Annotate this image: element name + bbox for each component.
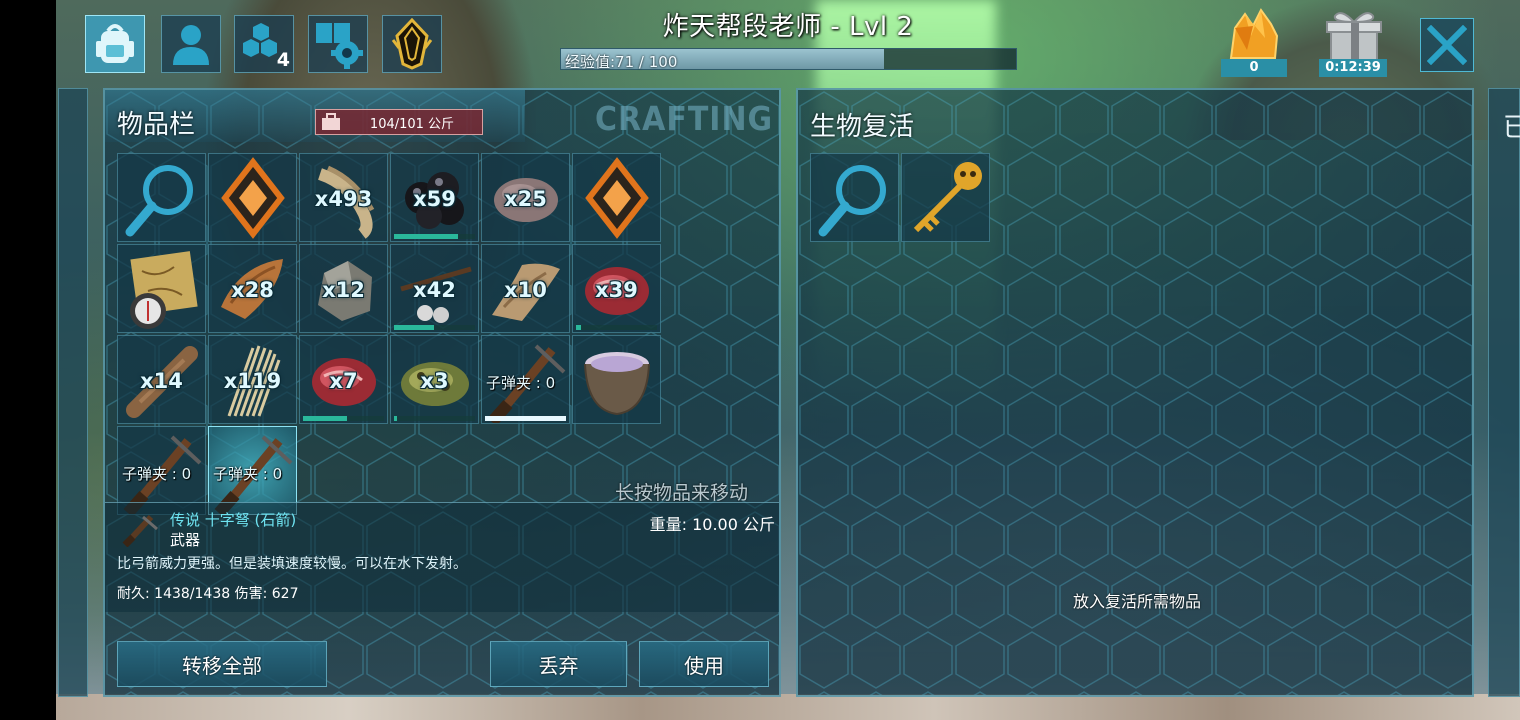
inventory-slot[interactable]: x42 <box>390 244 479 333</box>
inventory-slot[interactable]: x493 <box>299 153 388 242</box>
durability-bar <box>576 325 581 330</box>
gift-countdown-timer: 0:12:39 <box>1319 59 1387 77</box>
durability-bar <box>485 416 566 421</box>
tribe-button[interactable]: 4 <box>234 15 294 73</box>
inventory-slot[interactable]: x7 <box>299 335 388 424</box>
item-quantity: x10 <box>504 278 547 302</box>
weight-capacity-badge: 104/101 公斤 <box>315 109 483 135</box>
close-button[interactable] <box>1420 18 1474 72</box>
settings-button[interactable] <box>308 15 368 73</box>
inventory-slot[interactable] <box>208 153 297 242</box>
inventory-title: 物品栏 <box>117 110 196 140</box>
inventory-slot[interactable]: x10 <box>481 244 570 333</box>
durability-bar <box>394 416 397 421</box>
ground-stones <box>56 694 1520 720</box>
implant-icon <box>585 157 649 239</box>
right-side-panel-glyph: 已 <box>1503 113 1520 143</box>
inventory-slot[interactable]: x25 <box>481 153 570 242</box>
item-description: 比弓箭威力更强。但是装填速度较慢。可以在水下发射。 <box>117 556 467 572</box>
item-quantity: x39 <box>595 278 638 302</box>
item-quantity: x42 <box>413 278 456 302</box>
backpack-icon <box>96 24 134 63</box>
ammo-count: 子弹夹 : 0 <box>213 465 283 483</box>
item-type: 武器 <box>170 531 201 549</box>
revive-panel: 生物复活 放入复活所需物品 <box>796 88 1474 697</box>
inventory-slot[interactable]: x3 <box>390 335 479 424</box>
inventory-slot[interactable]: x59 <box>390 153 479 242</box>
revive-title: 生物复活 <box>810 112 915 142</box>
item-quantity: x25 <box>504 187 547 211</box>
mortar-icon <box>584 352 650 416</box>
implant-icon <box>221 157 285 239</box>
gift-box-icon <box>1326 12 1382 65</box>
item-weight: 重量: 10.00 公斤 <box>649 515 775 534</box>
close-icon <box>1427 25 1467 65</box>
inventory-slot[interactable] <box>572 335 661 424</box>
person-icon <box>173 25 209 65</box>
explorer-notes-button[interactable] <box>382 15 442 73</box>
drop-button[interactable]: 丢弃 <box>490 641 627 687</box>
inventory-panel: 物品栏 104/101 公斤 CRAFTING x493 x59 x25 x28 x12… <box>103 88 781 697</box>
ammo-count: 子弹夹 : 0 <box>486 374 556 392</box>
tribe-count-badge: 4 <box>276 49 290 71</box>
crossbow-icon <box>122 514 158 547</box>
inventory-slot[interactable]: 子弹夹 : 0 <box>481 335 570 424</box>
item-quantity: x119 <box>223 369 282 393</box>
item-name: 传说 十字弩 (石箭) <box>170 511 297 529</box>
item-quantity: x493 <box>314 187 373 211</box>
item-quantity: x12 <box>322 278 365 302</box>
item-quantity: x28 <box>231 278 274 302</box>
map-icon <box>130 251 198 329</box>
search-icon <box>125 165 193 237</box>
item-quantity: x3 <box>420 369 449 393</box>
inventory-slot[interactable] <box>572 153 661 242</box>
gear-icon <box>316 23 363 69</box>
durability-bar <box>394 325 434 330</box>
element-count: 0 <box>1221 59 1287 77</box>
inventory-slot[interactable]: x39 <box>572 244 661 333</box>
item-detail-panel: 传说 十字弩 (石箭) 武器 比弓箭威力更强。但是装填速度较慢。可以在水下发射。… <box>105 502 779 612</box>
durability-bar-track <box>576 325 657 330</box>
crystal-emblem-icon <box>391 18 433 70</box>
skull-key-icon <box>913 162 982 233</box>
tab-crafting[interactable]: CRAFTING <box>595 100 773 139</box>
long-press-hint: 长按物品来移动 <box>615 482 749 504</box>
weight-capacity-text: 104/101 公斤 <box>369 116 455 132</box>
inventory-slot[interactable] <box>117 153 206 242</box>
use-button[interactable]: 使用 <box>639 641 769 687</box>
item-quantity: x59 <box>413 187 456 211</box>
ammo-count: 子弹夹 : 0 <box>122 465 192 483</box>
inventory-slot[interactable] <box>117 244 206 333</box>
inventory-slot[interactable]: x119 <box>208 335 297 424</box>
element-crystal-icon <box>1229 8 1279 59</box>
durability-bar-track <box>394 416 475 421</box>
xp-label: 经验值:71 / 100 <box>565 53 678 71</box>
item-quantity: x14 <box>140 369 183 393</box>
item-stats: 耐久: 1438/1438 伤害: 627 <box>117 586 299 602</box>
inventory-backpack-button[interactable] <box>85 15 145 73</box>
revive-slot[interactable] <box>901 153 990 242</box>
search-icon <box>818 165 886 237</box>
item-quantity: x7 <box>329 369 358 393</box>
left-side-panel-edge <box>58 88 88 697</box>
revive-slot[interactable] <box>810 153 899 242</box>
character-profile-button[interactable] <box>161 15 221 73</box>
inventory-slot[interactable]: x12 <box>299 244 388 333</box>
transfer-all-button[interactable]: 转移全部 <box>117 641 327 687</box>
player-name-level: 炸天帮段老师 - Lvl 2 <box>662 12 914 42</box>
revive-hint: 放入复活所需物品 <box>1072 592 1201 611</box>
inventory-slot[interactable]: x14 <box>117 335 206 424</box>
durability-bar <box>394 234 458 239</box>
durability-bar <box>303 416 347 421</box>
weight-icon <box>322 113 340 130</box>
right-side-panel-edge: 已 <box>1488 88 1520 697</box>
inventory-slot[interactable]: x28 <box>208 244 297 333</box>
xp-progress-bar: 经验值:71 / 100 <box>560 48 1017 71</box>
